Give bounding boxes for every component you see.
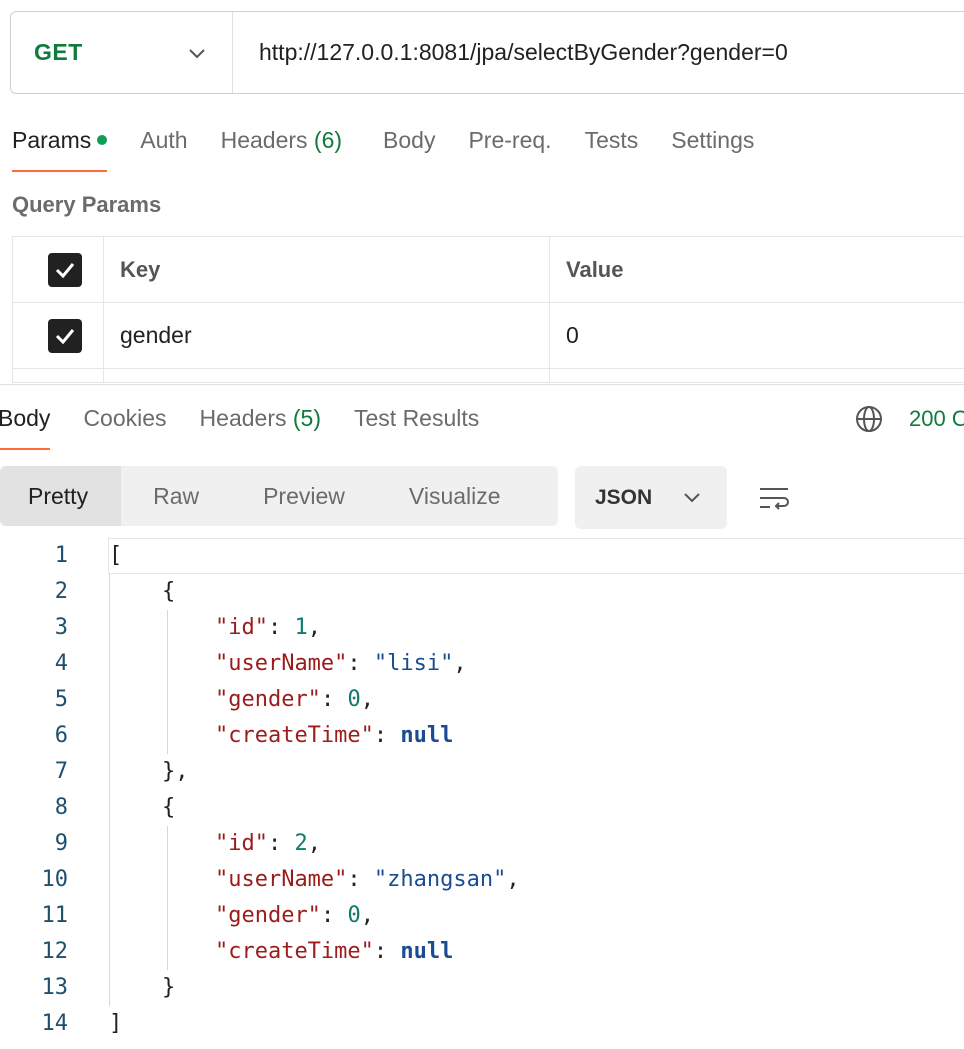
request-bar: GET http://127.0.0.1:8081/jpa/selectByGe… — [10, 11, 964, 94]
code-line: 9 "id": 2, — [0, 826, 964, 862]
code-text: "createTime": null — [214, 723, 454, 748]
response-tabs: Body Cookies Headers (5) Test Results — [0, 398, 512, 450]
line-number: 3 — [54, 615, 68, 640]
tab-headers[interactable]: Headers (6) — [221, 120, 342, 172]
tab-visualize[interactable]: Visualize — [377, 466, 533, 526]
code-text: { — [109, 795, 176, 820]
key-column-header: Key — [104, 237, 550, 302]
select-all-checkbox[interactable] — [48, 252, 82, 287]
code-line: 5 "gender": 0, — [0, 682, 964, 718]
line-number: 1 — [54, 543, 68, 568]
tab-pre-request[interactable]: Pre-req. — [468, 120, 551, 172]
line-number: 11 — [41, 903, 69, 928]
param-value-cell[interactable]: 0 — [550, 303, 964, 368]
code-text: }, — [109, 759, 189, 784]
param-key-cell[interactable]: gender — [104, 303, 550, 368]
code-line: 10 "userName": "zhangsan", — [0, 862, 964, 898]
line-number: 13 — [41, 975, 69, 1000]
tab-settings[interactable]: Settings — [671, 120, 754, 172]
code-text: } — [109, 975, 176, 1000]
code-line: 13 } — [0, 970, 964, 1006]
params-table: Key Value gender 0 — [12, 236, 964, 383]
code-text: "id": 2, — [214, 831, 321, 856]
format-tabs: Pretty Raw Preview Visualize — [0, 466, 558, 526]
tab-cookies[interactable]: Cookies — [83, 398, 166, 450]
check-icon — [55, 262, 75, 278]
code-line: 14] — [0, 1006, 964, 1042]
language-label: JSON — [595, 485, 653, 509]
response-body-editor[interactable]: 1[2 {3 "id": 1, 4 "userName": "lisi", 5 "g… — [0, 538, 964, 1049]
line-number: 8 — [54, 795, 68, 820]
param-checkbox[interactable] — [48, 318, 82, 353]
tab-tests[interactable]: Tests — [585, 120, 639, 172]
response-divider[interactable] — [0, 384, 964, 385]
code-line: 1[ — [0, 538, 964, 574]
line-number: 14 — [41, 1011, 69, 1036]
code-line: 2 { — [0, 574, 964, 610]
tab-pretty[interactable]: Pretty — [0, 466, 122, 526]
code-line: 4 "userName": "lisi", — [0, 646, 964, 682]
code-line: 7 }, — [0, 754, 964, 790]
code-text: ] — [109, 1011, 123, 1036]
line-number: 4 — [54, 651, 68, 676]
value-column-header: Value — [566, 256, 624, 282]
code-text: [ — [109, 543, 123, 568]
tab-raw[interactable]: Raw — [121, 466, 231, 526]
line-number: 9 — [54, 831, 68, 856]
globe-icon[interactable] — [853, 403, 885, 435]
tab-test-results[interactable]: Test Results — [354, 398, 479, 450]
line-number: 7 — [54, 759, 68, 784]
code-text: "id": 1, — [214, 615, 321, 640]
code-line: 11 "gender": 0, — [0, 898, 964, 934]
code-line: 8 { — [0, 790, 964, 826]
code-text: "gender": 0, — [214, 903, 374, 928]
tab-params[interactable]: Params — [12, 120, 108, 172]
wrap-lines-icon[interactable] — [758, 484, 792, 514]
language-select[interactable]: JSON — [575, 466, 727, 529]
table-row: gender 0 — [12, 303, 964, 369]
code-text: { — [109, 579, 176, 604]
tab-response-body[interactable]: Body — [0, 398, 51, 450]
tab-auth[interactable]: Auth — [140, 120, 187, 172]
chevron-down-icon[interactable] — [187, 44, 207, 64]
code-text: "createTime": null — [214, 939, 454, 964]
line-number: 5 — [54, 687, 68, 712]
query-params-title: Query Params — [12, 192, 162, 217]
chevron-down-icon — [684, 493, 700, 503]
params-header-row: Key Value — [12, 237, 964, 303]
tab-preview[interactable]: Preview — [231, 466, 377, 526]
code-text: "userName": "zhangsan", — [214, 867, 520, 892]
method-label: GET — [34, 39, 83, 65]
line-number: 10 — [41, 867, 69, 892]
table-row-empty — [12, 369, 964, 383]
params-dot-icon — [97, 134, 108, 145]
line-number: 6 — [54, 723, 68, 748]
url-input[interactable]: http://127.0.0.1:8081/jpa/selectByGender… — [233, 39, 788, 66]
check-icon — [55, 328, 75, 344]
tab-response-headers[interactable]: Headers (5) — [200, 398, 321, 450]
line-number: 2 — [54, 579, 68, 604]
status-badge[interactable]: 200 O — [909, 406, 964, 432]
request-tabs: Params Auth Headers (6) Body Pre-req. Te… — [12, 120, 787, 172]
code-text: "userName": "lisi", — [214, 651, 467, 676]
code-line: 6 "createTime": null — [0, 718, 964, 754]
line-number: 12 — [41, 939, 69, 964]
code-line: 3 "id": 1, — [0, 610, 964, 646]
code-line: 12 "createTime": null — [0, 934, 964, 970]
code-text: "gender": 0, — [214, 687, 374, 712]
tab-body[interactable]: Body — [383, 120, 435, 172]
